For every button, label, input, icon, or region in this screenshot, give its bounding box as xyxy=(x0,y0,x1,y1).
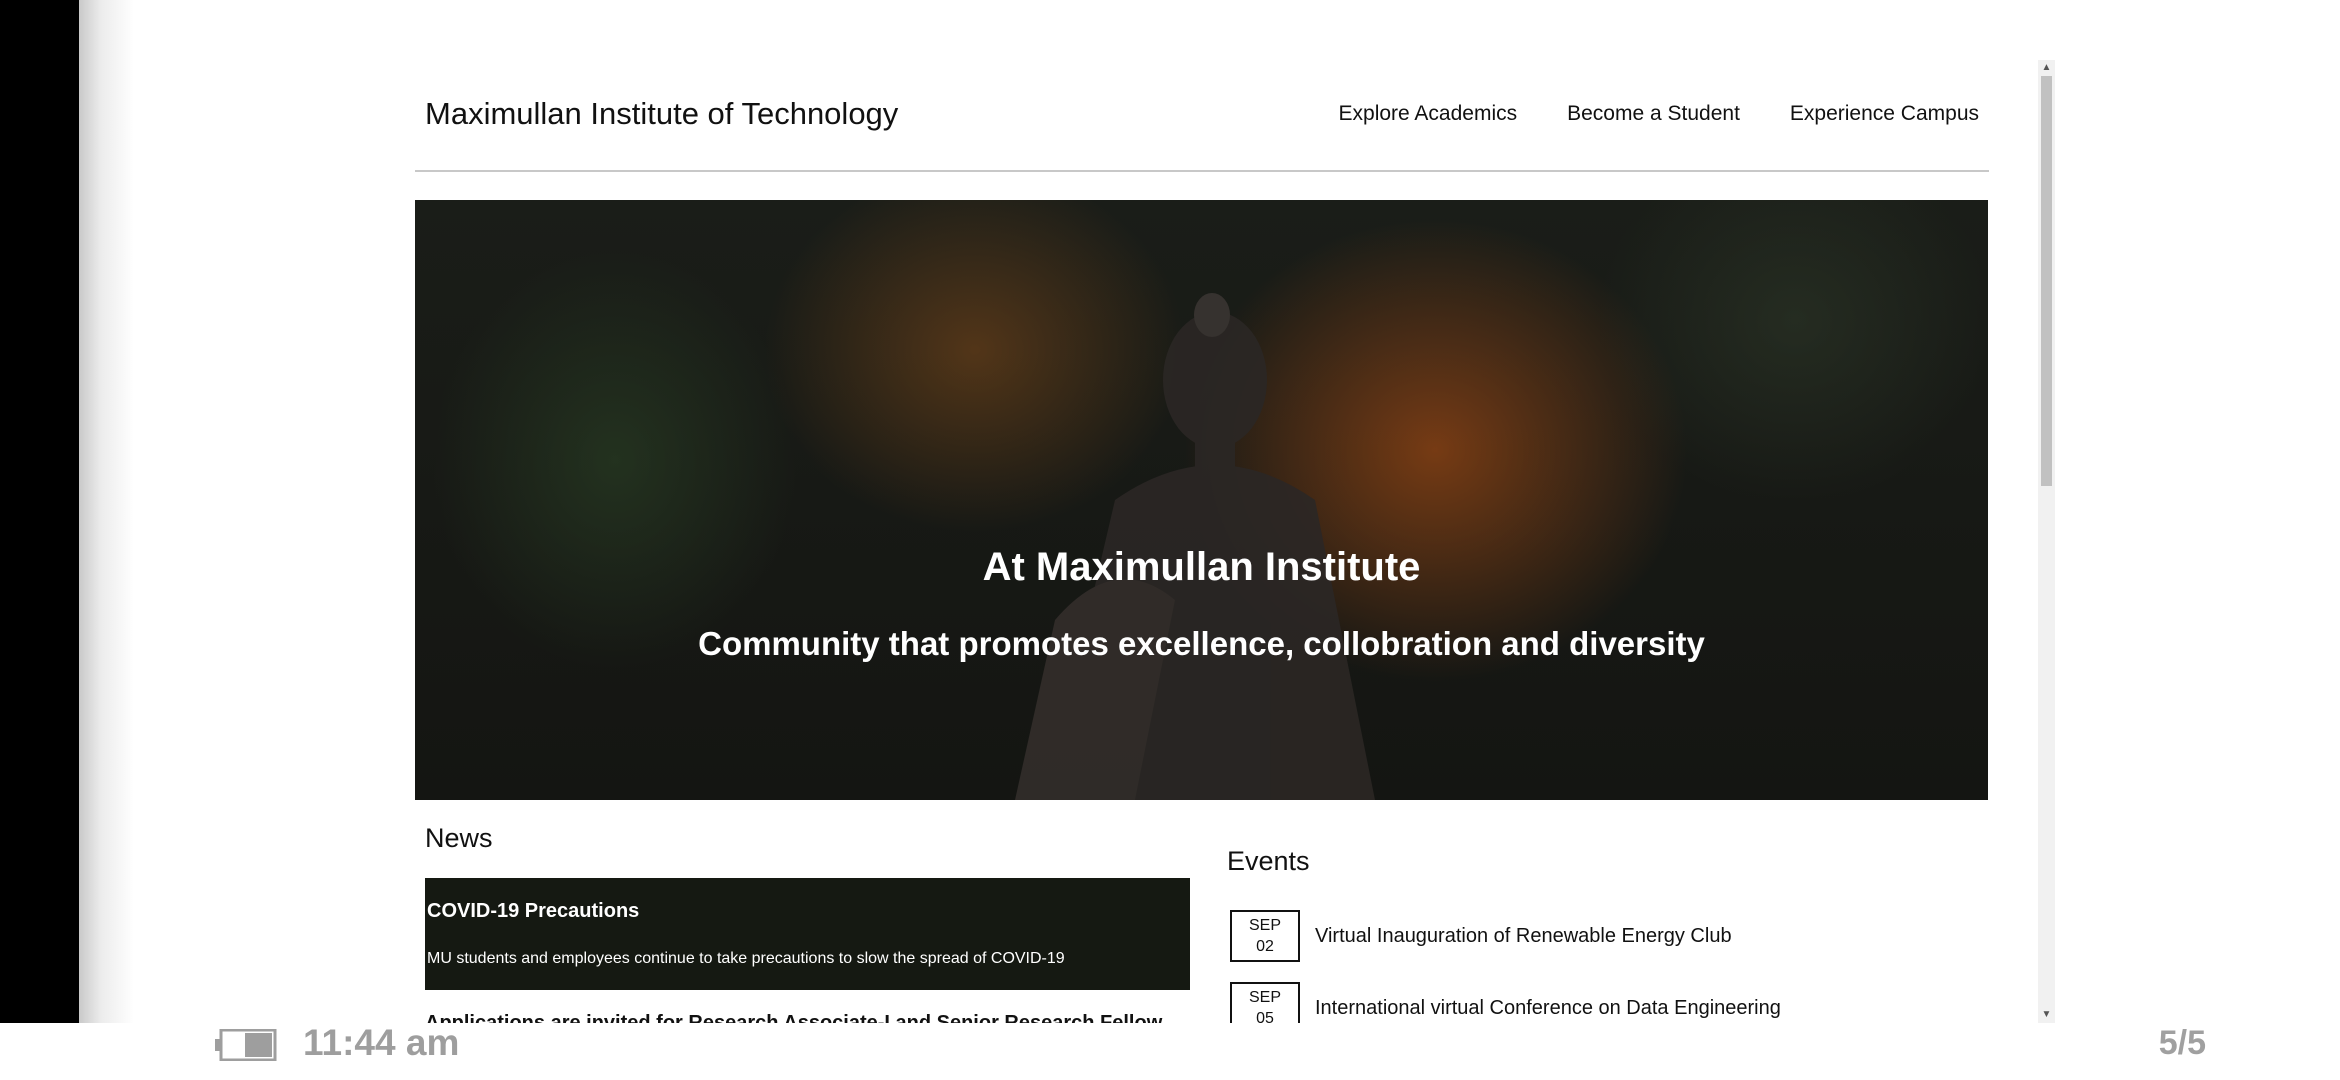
page-scrollbar[interactable]: ▲ ▼ xyxy=(2038,60,2055,1023)
site-header: Maximullan Institute of Technology Explo… xyxy=(415,60,1989,172)
news-card-description: MU students and employees continue to ta… xyxy=(427,950,1065,967)
event-day: 02 xyxy=(1256,938,1274,955)
nav-explore-academics[interactable]: Explore Academics xyxy=(1339,102,1518,126)
battery-icon xyxy=(215,1029,277,1061)
events-heading: Events xyxy=(1227,846,1310,876)
scroll-up-arrow-icon[interactable]: ▲ xyxy=(2038,60,2055,76)
hero-subtitle: Community that promotes excellence, coll… xyxy=(698,625,1705,662)
device-bezel xyxy=(0,0,79,1080)
event-month: SEP xyxy=(1248,989,1281,1006)
news-card-title[interactable]: COVID-19 Precautions xyxy=(427,900,639,923)
page-counter: 5/5 xyxy=(2158,1024,2206,1062)
nav-experience-campus[interactable]: Experience Campus xyxy=(1790,102,1979,126)
hero-banner: At Maximullan Institute Community that p… xyxy=(415,200,1988,800)
web-page: Maximullan Institute of Technology Explo… xyxy=(415,60,2055,1023)
site-title[interactable]: Maximullan Institute of Technology xyxy=(425,96,898,132)
scroll-down-arrow-icon[interactable]: ▼ xyxy=(2038,1007,2055,1023)
event-date-badge: SEP 02 xyxy=(1230,910,1300,962)
nav-become-a-student[interactable]: Become a Student xyxy=(1567,102,1740,126)
statue-image xyxy=(1015,293,1375,800)
news-item-research-associate[interactable]: Applications are invited for Research As… xyxy=(425,1012,1162,1023)
bezel-shadow xyxy=(79,0,134,1080)
event-title[interactable]: International virtual Conference on Data… xyxy=(1315,997,1781,1020)
event-month: SEP xyxy=(1248,917,1281,934)
news-heading: News xyxy=(425,823,493,853)
clock-time: 11:44 am xyxy=(303,1022,460,1063)
event-title[interactable]: Virtual Inauguration of Renewable Energy… xyxy=(1315,925,1732,948)
news-card-covid[interactable]: COVID-19 Precautions MU students and emp… xyxy=(425,878,1190,990)
event-day: 05 xyxy=(1256,1010,1274,1023)
event-date-badge: SEP 05 xyxy=(1230,982,1300,1023)
hero-title: At Maximullan Institute xyxy=(982,545,1421,589)
main-nav: Explore Academics Become a Student Exper… xyxy=(1339,102,1979,126)
scroll-thumb[interactable] xyxy=(2041,76,2052,486)
